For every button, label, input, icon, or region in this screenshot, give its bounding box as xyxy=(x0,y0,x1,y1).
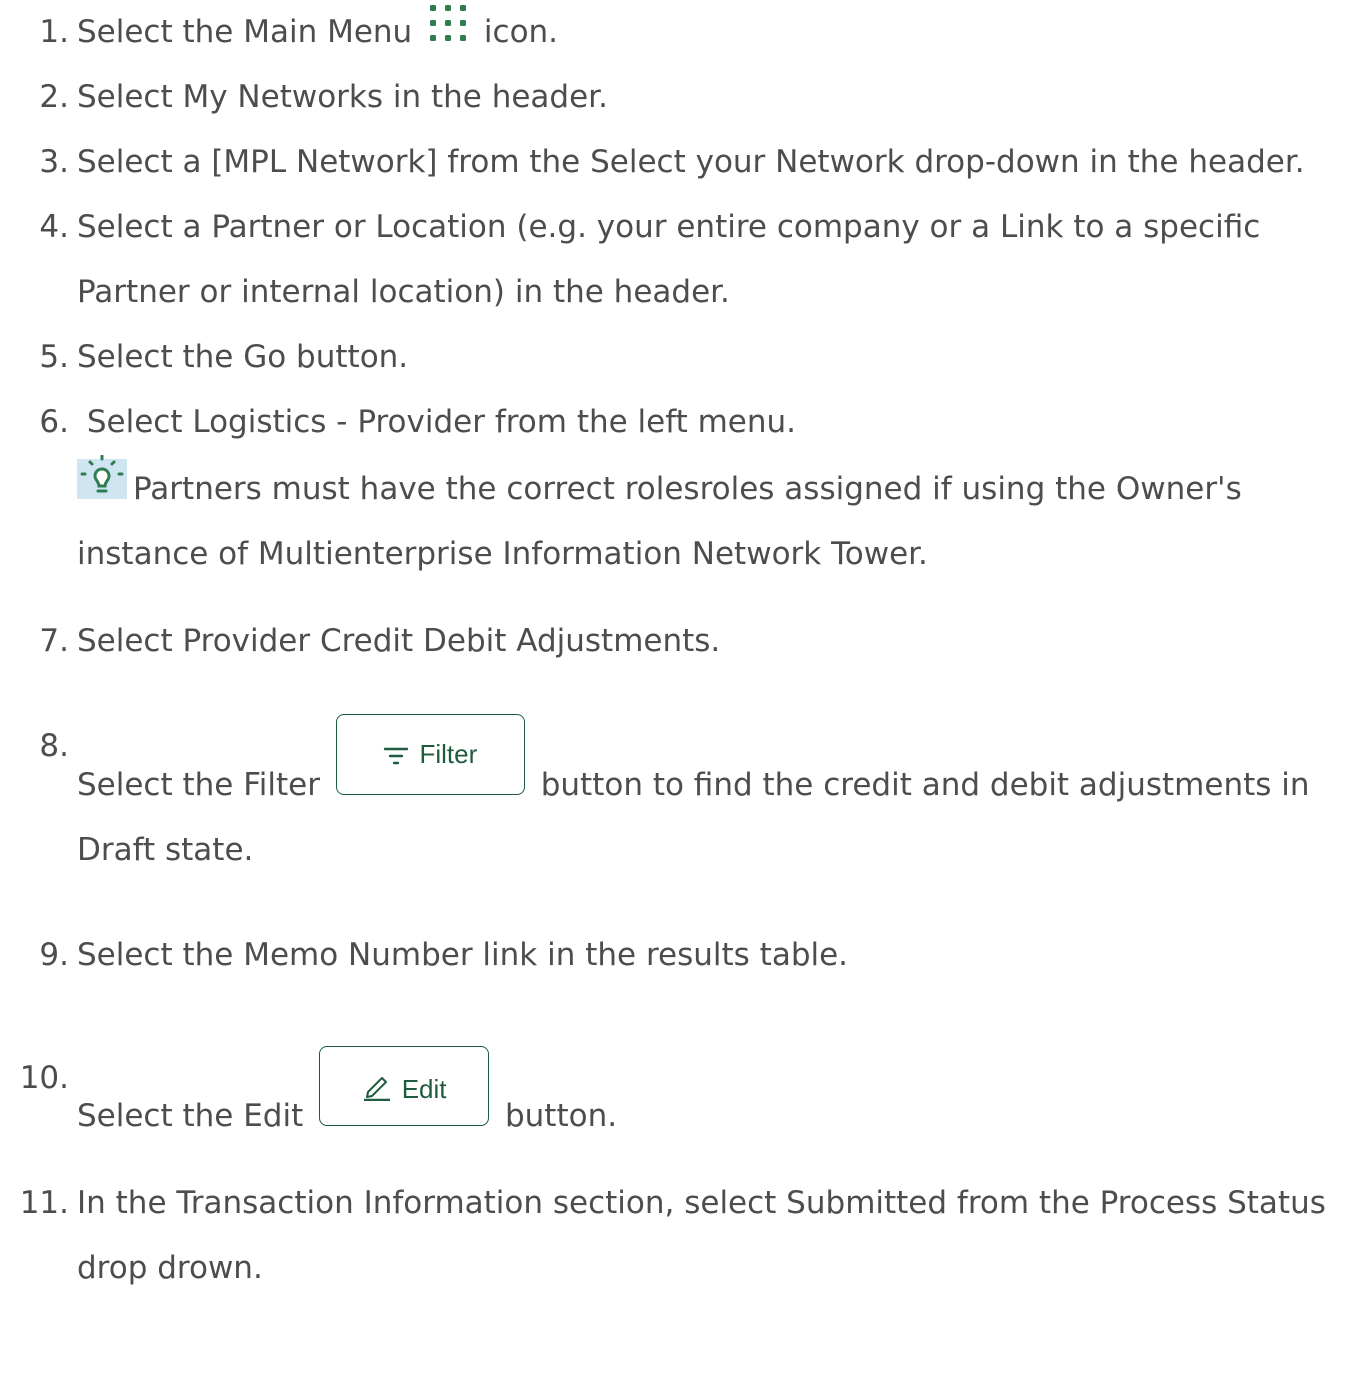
spacer xyxy=(0,988,1363,1046)
step-text: Select a Partner or Location (e.g. your … xyxy=(77,209,1261,310)
tip-text: Partners must have the correct rolesrole… xyxy=(77,471,1242,572)
step-text: Select the Memo Number link in the resul… xyxy=(77,937,849,973)
grid-dots-icon xyxy=(430,5,467,41)
step-3: 3. Select a [MPL Network] from the Selec… xyxy=(0,130,1363,195)
step-text: Select Provider Credit Debit Adjustments… xyxy=(77,623,721,659)
spacer xyxy=(0,674,1363,714)
step-10: 10. Select the Edit Edit button. xyxy=(0,1046,1363,1149)
instruction-steps-list: 1. Select the Main Menu icon. 2. Select … xyxy=(0,0,1363,1301)
spacer xyxy=(0,587,1363,609)
step-4: 4. Select a Partner or Location (e.g. yo… xyxy=(0,195,1363,325)
step-text: Select Logistics - Provider from the lef… xyxy=(77,404,797,440)
step-2: 2. Select My Networks in the header. xyxy=(0,65,1363,130)
step-number: 1. xyxy=(39,14,69,50)
filter-lines-icon xyxy=(384,747,409,765)
step-text: Select the Edit xyxy=(77,1098,304,1134)
step-text: In the Transaction Information section, … xyxy=(77,1185,1326,1286)
step-number: 8. xyxy=(39,728,69,764)
step-text: Select the Filter xyxy=(77,767,320,803)
step-text-after: icon. xyxy=(483,14,559,50)
step-number: 6. xyxy=(39,404,69,440)
spacer xyxy=(0,883,1363,923)
tip-note: Partners must have the correct rolesrole… xyxy=(77,455,1353,587)
spacer xyxy=(0,1149,1363,1171)
step-text: Select the Go button. xyxy=(77,339,409,375)
step-number: 2. xyxy=(39,79,69,115)
step-number: 5. xyxy=(39,339,69,375)
step-number: 3. xyxy=(39,144,69,180)
lightbulb-icon xyxy=(77,455,127,499)
step-number: 11. xyxy=(19,1185,69,1221)
step-7: 7. Select Provider Credit Debit Adjustme… xyxy=(0,609,1363,674)
step-11: 11. In the Transaction Information secti… xyxy=(0,1171,1363,1301)
step-number: 10. xyxy=(19,1060,69,1096)
filter-button-label: Filter xyxy=(419,739,478,769)
filter-button[interactable]: Filter xyxy=(335,714,525,795)
step-text: Select My Networks in the header. xyxy=(77,79,608,115)
step-8: 8. Select the Filter Filter button to fi… xyxy=(0,714,1363,883)
step-text: Select a [MPL Network] from the Select y… xyxy=(77,144,1305,180)
step-5: 5. Select the Go button. xyxy=(0,325,1363,390)
step-number: 9. xyxy=(39,937,69,973)
step-number: 4. xyxy=(39,209,69,245)
step-text: Select the Main Menu xyxy=(77,14,413,50)
pencil-icon xyxy=(363,1077,390,1102)
step-text-after: button. xyxy=(504,1098,618,1134)
step-number: 7. xyxy=(39,623,69,659)
step-1: 1. Select the Main Menu icon. xyxy=(0,0,1363,65)
edit-button[interactable]: Edit xyxy=(319,1046,490,1126)
step-9: 9. Select the Memo Number link in the re… xyxy=(0,923,1363,988)
step-6: 6. Select Logistics - Provider from the … xyxy=(0,390,1363,587)
edit-button-label: Edit xyxy=(401,1074,447,1104)
